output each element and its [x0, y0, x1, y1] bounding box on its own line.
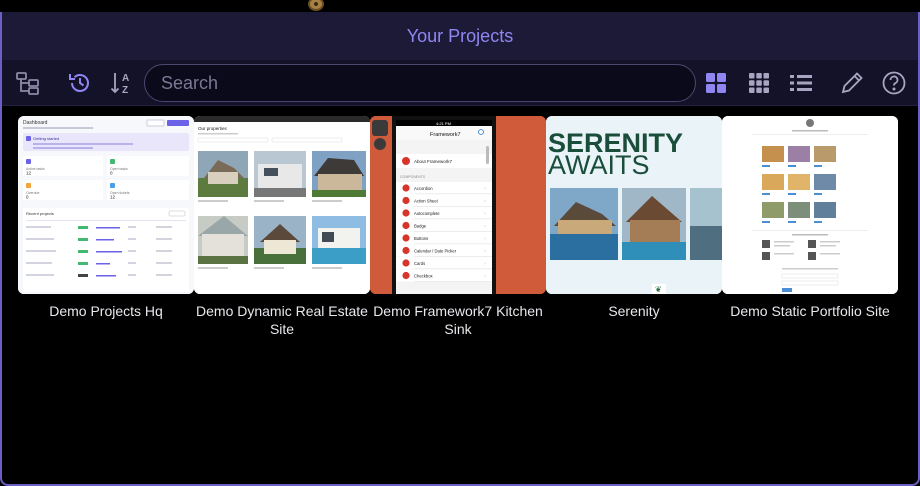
thumb-list-item-icon [402, 221, 410, 230]
thumb-list-item-label: Cards [414, 261, 425, 266]
leaf-icon: ❦ [655, 285, 662, 294]
thumb-heading: Dashboard [23, 120, 48, 126]
thumb-list-item: Buttons › [396, 232, 492, 244]
window-grip-handle[interactable] [308, 0, 324, 11]
list-view-icon[interactable] [783, 60, 819, 106]
thumb-list-item: Accordion › [396, 182, 492, 194]
thumb-nav-title: Framework7 [430, 132, 461, 138]
thumb-list-item-label: Checkbox [414, 273, 434, 278]
thumb-house-photo [198, 216, 248, 264]
thumb-status-time: 4:21 PM [436, 121, 451, 126]
project-card[interactable]: 4:21 PM Framework7 About Framework7 COMP… [370, 116, 546, 338]
thumb-alert: Getting started [33, 136, 59, 141]
thumb-list-item-label: Badge [414, 223, 427, 228]
thumb-list-item: Cards › [396, 257, 492, 269]
title-bar: Your Projects [2, 12, 918, 60]
project-thumbnail[interactable]: SERENITY AWAITS ❦ [546, 116, 722, 294]
chevron-right-icon: › [484, 199, 486, 205]
project-name[interactable]: Demo Projects Hq [18, 302, 194, 320]
svg-text:Z: Z [122, 85, 128, 96]
svg-text:A: A [122, 73, 129, 84]
thumb-resort-photo [622, 188, 686, 260]
svg-text:12: 12 [110, 195, 116, 200]
thumb-list-item: Calendar / Date Picker › [396, 244, 492, 257]
small-grid-icon[interactable] [741, 60, 777, 106]
chevron-right-icon: › [484, 186, 486, 192]
project-card[interactable]: SERENITY AWAITS ❦ Serenity [546, 116, 722, 320]
large-grid-icon[interactable] [698, 60, 734, 106]
history-icon[interactable] [62, 60, 98, 106]
edit-icon[interactable] [834, 60, 870, 106]
thumb-house-photo [312, 216, 366, 264]
thumb-gallery [762, 146, 836, 223]
thumb-list-item-icon [402, 271, 410, 280]
thumb-house-photo [254, 151, 306, 197]
project-name[interactable]: Demo Dynamic Real Estate Site [194, 302, 370, 338]
project-thumbnail[interactable] [722, 116, 898, 294]
thumb-subheadline: AWAITS [548, 150, 650, 180]
thumb-table-title: Recent projects [26, 211, 54, 216]
project-name[interactable]: Demo Static Portfolio Site [722, 302, 898, 320]
chevron-right-icon: › [484, 249, 486, 255]
chevron-right-icon: › [484, 224, 486, 230]
thumb-stat-card: Overdue 0 [23, 180, 103, 200]
project-name[interactable]: Serenity [546, 302, 722, 320]
sort-az-icon[interactable]: A Z [104, 60, 140, 106]
thumb-stat-card: Active tasks 12 [23, 156, 103, 176]
thumb-house-photo [254, 216, 306, 264]
thumb-list-item-label: Action Sheet [414, 198, 439, 203]
toolbar: A Z [2, 60, 918, 106]
thumb-list-item: Checkbox › [396, 269, 492, 282]
thumb-list-item-label: Buttons [414, 236, 428, 241]
thumb-list-item-icon [402, 234, 410, 242]
thumb-list-item: Badge › [396, 219, 492, 232]
chevron-right-icon: › [484, 274, 486, 280]
projects-window: Your Projects A Z Search Dashboard Getti… [0, 12, 920, 486]
project-card[interactable]: Dashboard Getting started Active tasks 1… [18, 116, 194, 320]
thumb-list-item: Action Sheet › [396, 194, 492, 207]
thumb-list-item-label: Autocomplete [414, 211, 440, 216]
svg-text:Open tasks: Open tasks [110, 167, 128, 171]
chevron-right-icon: › [484, 261, 486, 267]
thumb-list-item-icon [402, 246, 410, 255]
project-name[interactable]: Demo Framework7 Kitchen Sink [370, 302, 546, 338]
hierarchy-icon[interactable] [10, 60, 46, 106]
project-thumbnail[interactable]: Our properties [194, 116, 370, 294]
svg-text:12: 12 [26, 171, 32, 176]
search-input[interactable] [144, 64, 696, 102]
top-strip [0, 0, 920, 12]
project-thumbnail[interactable]: Dashboard Getting started Active tasks 1… [18, 116, 194, 294]
thumb-resort-photo [690, 188, 722, 260]
thumb-stat-card: Open tasks 0 [107, 156, 189, 176]
thumb-list-item-icon [402, 196, 410, 205]
thumb-list-item: Autocomplete › [396, 207, 492, 219]
thumb-section-label: COMPONENTS [400, 175, 426, 179]
thumb-list-item-icon [402, 259, 410, 267]
thumb-list-item-label: Calendar / Date Picker [414, 248, 457, 253]
thumb-resort-photo [550, 188, 618, 260]
thumb-house-photo [198, 151, 248, 197]
help-icon[interactable] [876, 60, 912, 106]
thumb-house-photo [312, 151, 366, 197]
project-thumbnail[interactable]: 4:21 PM Framework7 About Framework7 COMP… [370, 116, 546, 294]
thumb-list-item-label: Accordion [414, 186, 433, 191]
project-card[interactable]: Our properties Demo Dynamic Real Estate … [194, 116, 370, 338]
chevron-right-icon: › [484, 211, 486, 217]
thumb-first-item: About Framework7 [414, 159, 453, 164]
thumb-list-item-icon [402, 184, 410, 192]
window-title: Your Projects [406, 25, 514, 46]
chevron-right-icon: › [484, 236, 486, 242]
thumb-heading: Our properties [198, 126, 228, 131]
thumb-stat-card: Open tickets 12 [107, 180, 189, 200]
project-card[interactable]: Demo Static Portfolio Site [722, 116, 898, 320]
thumb-list-item-icon [402, 209, 410, 217]
